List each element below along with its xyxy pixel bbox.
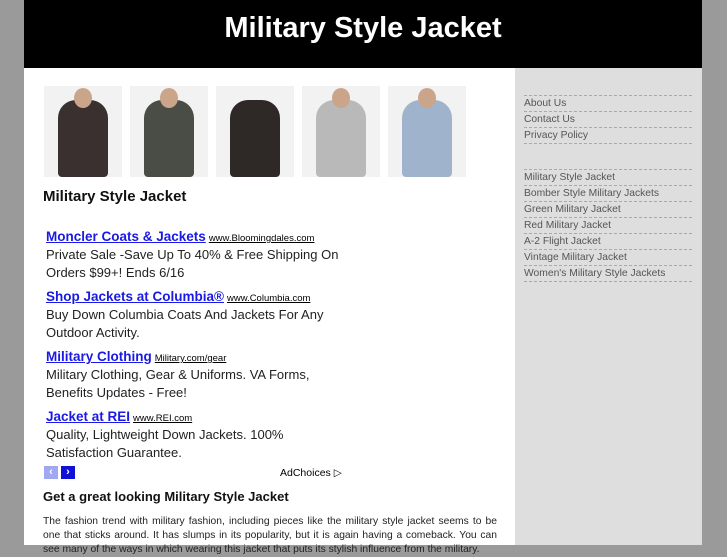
adchoices-icon: ▷	[333, 467, 342, 479]
ad-url-link[interactable]: www.REI.com	[133, 413, 192, 424]
product-images	[44, 86, 466, 177]
sidebar-link[interactable]: Vintage Military Jacket	[524, 249, 692, 265]
product-image[interactable]	[388, 86, 466, 177]
ad-next-button[interactable]: ›	[61, 466, 75, 479]
sidebar: About Us Contact Us Privacy Policy Milit…	[515, 68, 702, 545]
coat-shape	[230, 100, 280, 177]
sidebar-link[interactable]: Military Style Jacket	[524, 169, 692, 185]
divider	[524, 281, 692, 282]
adchoices-link[interactable]: AdChoices ▷	[280, 467, 342, 479]
ad-item: Military Clothing Military.com/gear Milita…	[46, 348, 346, 402]
ad-title-link[interactable]: Military Clothing	[46, 349, 152, 364]
main-content: Military Style Jacket Moncler Coats & Ja…	[24, 68, 515, 555]
model-head	[418, 88, 436, 108]
sidebar-link[interactable]: Bomber Style Military Jackets	[524, 185, 692, 201]
ad-block: Moncler Coats & Jackets www.Bloomingdales…	[46, 228, 346, 468]
sidebar-link[interactable]: Red Military Jacket	[524, 217, 692, 233]
ad-url-link[interactable]: Military.com/gear	[155, 353, 227, 364]
ad-description: Private Sale -Save Up To 40% & Free Ship…	[46, 247, 339, 280]
sidebar-link[interactable]: About Us	[524, 95, 692, 111]
ad-item: Shop Jackets at Columbia® www.Columbia.co…	[46, 288, 346, 342]
sidebar-link[interactable]: Green Military Jacket	[524, 201, 692, 217]
coat-shape	[144, 100, 194, 177]
model-head	[74, 88, 92, 108]
article-paragraph: The fashion trend with military fashion,…	[43, 516, 497, 555]
ad-description: Military Clothing, Gear & Uniforms. VA F…	[46, 367, 310, 400]
coat-shape	[402, 100, 452, 177]
articles-menu: Military Style Jacket Bomber Style Milit…	[524, 169, 692, 282]
ad-url-link[interactable]: www.Columbia.com	[227, 293, 310, 304]
coat-shape	[58, 100, 108, 177]
ad-item: Moncler Coats & Jackets www.Bloomingdales…	[46, 228, 346, 282]
product-image[interactable]	[216, 86, 294, 177]
ad-title-link[interactable]: Jacket at REI	[46, 409, 130, 424]
ad-title-link[interactable]: Shop Jackets at Columbia®	[46, 289, 224, 304]
ad-title-link[interactable]: Moncler Coats & Jackets	[46, 229, 206, 244]
sidebar-link[interactable]: A-2 Flight Jacket	[524, 233, 692, 249]
product-image[interactable]	[44, 86, 122, 177]
ad-description: Buy Down Columbia Coats And Jackets For …	[46, 307, 324, 340]
model-head	[160, 88, 178, 108]
ad-navigation: ‹ ›	[44, 466, 75, 479]
page: Military Style Jacket Military Style Jac…	[24, 0, 702, 555]
sidebar-link[interactable]: Privacy Policy	[524, 127, 692, 143]
sidebar-link[interactable]: Contact Us	[524, 111, 692, 127]
coat-shape	[316, 100, 366, 177]
page-heading: Military Style Jacket	[43, 188, 187, 205]
ad-item: Jacket at REI www.REI.com Quality, Lightwe…	[46, 408, 346, 462]
divider	[524, 143, 692, 144]
adchoices-label: AdChoices	[280, 467, 331, 479]
ad-description: Quality, Lightweight Down Jackets. 100% …	[46, 427, 284, 460]
sidebar-link[interactable]: Women's Military Style Jackets	[524, 265, 692, 281]
ad-url-link[interactable]: www.Bloomingdales.com	[209, 233, 315, 244]
site-title[interactable]: Military Style Jacket	[24, 0, 702, 56]
section-heading: Get a great looking Military Style Jacke…	[43, 489, 289, 504]
site-header: Military Style Jacket	[24, 0, 702, 68]
ad-prev-button[interactable]: ‹	[44, 466, 58, 479]
product-image[interactable]	[130, 86, 208, 177]
model-head	[332, 88, 350, 108]
product-image[interactable]	[302, 86, 380, 177]
pages-menu: About Us Contact Us Privacy Policy	[524, 95, 692, 144]
